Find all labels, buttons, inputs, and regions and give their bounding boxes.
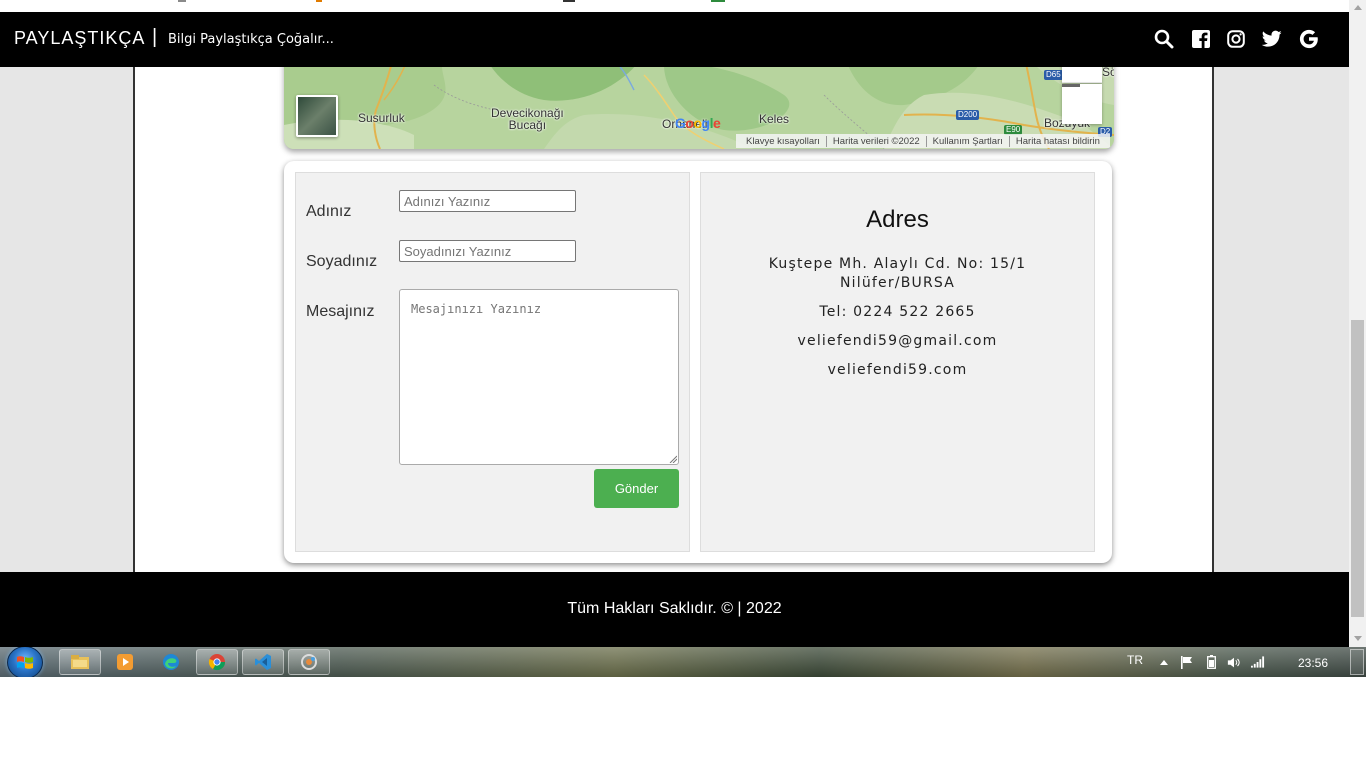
map-label-keles: Keles (759, 112, 790, 126)
brand-separator: | (152, 26, 158, 48)
contact-form: Adınız Soyadınız Mesajınız Gönder (295, 172, 690, 552)
taskbar-media-player[interactable] (104, 649, 146, 675)
address-panel: Adres Kuştepe Mh. Alaylı Cd. No: 15/1 Ni… (700, 172, 1095, 552)
surname-label: Soyadınız (306, 253, 378, 270)
address-title: Adres (866, 206, 929, 233)
map-zoom-out-button[interactable] (1062, 84, 1102, 124)
message-textarea[interactable] (399, 289, 679, 465)
map-satellite-toggle[interactable] (296, 95, 338, 137)
clock[interactable]: 23:56 (1298, 656, 1328, 670)
page-footer: Tüm Hakları Saklıdır. © | 2022 (0, 572, 1349, 647)
map-report-error-link[interactable]: Harita hatası bildirin (1010, 136, 1106, 147)
page-scrollbar[interactable] (1349, 0, 1366, 647)
textarea-resize-grip[interactable] (669, 455, 677, 463)
windows-logo-icon (17, 655, 33, 669)
show-desktop-button[interactable] (1350, 649, 1364, 675)
google-map[interactable]: Susurluk Devecikonağı Bucağı Orhaneli Ke… (284, 55, 1114, 149)
address-line-1: Kuştepe Mh. Alaylı Cd. No: 15/1 (768, 256, 1027, 272)
name-label: Adınız (306, 203, 352, 220)
taskbar-explorer[interactable] (59, 649, 101, 675)
browser-page: PAYLAŞTIKÇA | Bilgi Paylaştıkça Çoğalır.… (0, 0, 1349, 647)
map-keyboard-shortcuts-link[interactable]: Klavye kısayolları (740, 135, 827, 147)
surname-input[interactable] (399, 240, 576, 262)
taskbar-control-panel[interactable] (288, 649, 330, 675)
brand-tagline: Bilgi Paylaştıkça Çoğalır... (168, 32, 334, 47)
network-signal-icon[interactable] (1251, 655, 1265, 669)
map-label-so: Sö (1102, 65, 1114, 79)
message-label: Mesajınız (306, 303, 375, 320)
search-icon[interactable] (1153, 28, 1175, 50)
address-website: veliefendi59.com (827, 362, 968, 378)
map-terms-link[interactable]: Kullanım Şartları (927, 135, 1010, 147)
brand-logo[interactable]: PAYLAŞTIKÇA (14, 28, 145, 49)
language-indicator[interactable]: TR (1127, 653, 1143, 667)
road-shield-d65: D65 (1044, 70, 1063, 80)
action-center-flag-icon[interactable] (1180, 655, 1194, 669)
name-input[interactable] (399, 190, 576, 212)
address-line-2: Nilüfer/BURSA (839, 275, 956, 291)
control-panel-icon (301, 654, 317, 670)
vscode-icon (255, 654, 271, 670)
folder-icon (71, 655, 89, 669)
map-label-devecikonagi: Devecikonağı Bucağı (491, 106, 564, 132)
chrome-icon (208, 654, 226, 671)
road-shield-d200: D200 (956, 110, 980, 120)
battery-icon[interactable] (1204, 655, 1218, 669)
top-navbar: PAYLAŞTIKÇA | Bilgi Paylaştıkça Çoğalır.… (0, 12, 1349, 67)
instagram-icon[interactable] (1225, 28, 1247, 50)
taskbar-chrome[interactable] (196, 649, 238, 675)
system-tray: TR 23:56 (1120, 647, 1366, 677)
send-button[interactable]: Gönder (594, 469, 679, 508)
taskbar-vscode[interactable] (242, 649, 284, 675)
google-logo: Google (675, 115, 721, 131)
browser-chrome-edge (0, 0, 1349, 12)
google-icon[interactable] (1298, 28, 1320, 50)
map-label-susurluk: Susurluk (358, 111, 405, 125)
scroll-up-arrow-icon[interactable] (1349, 0, 1366, 14)
address-phone: Tel: 0224 522 2665 (819, 304, 976, 320)
volume-icon[interactable] (1227, 655, 1241, 669)
start-button[interactable] (7, 647, 43, 677)
media-player-icon (117, 654, 133, 670)
address-email: veliefendi59@gmail.com (797, 333, 998, 349)
show-hidden-icons-icon[interactable] (1157, 655, 1171, 669)
twitter-icon[interactable] (1261, 28, 1283, 50)
scroll-down-arrow-icon[interactable] (1349, 631, 1366, 645)
taskbar-edge[interactable] (150, 649, 192, 675)
contact-card: Adınız Soyadınız Mesajınız Gönder Adres … (284, 161, 1112, 563)
edge-icon (163, 654, 179, 670)
windows-taskbar: TR 23:56 (0, 647, 1366, 677)
scrollbar-thumb[interactable] (1351, 320, 1364, 617)
facebook-icon[interactable] (1190, 28, 1212, 50)
copyright-text: Tüm Hakları Saklıdır. © | 2022 (567, 600, 782, 617)
screen: PAYLAŞTIKÇA | Bilgi Paylaştıkça Çoğalır.… (0, 0, 1366, 768)
map-attribution: Klavye kısayolları Harita verileri ©2022… (736, 134, 1110, 148)
map-data-label: Harita verileri ©2022 (827, 135, 927, 147)
